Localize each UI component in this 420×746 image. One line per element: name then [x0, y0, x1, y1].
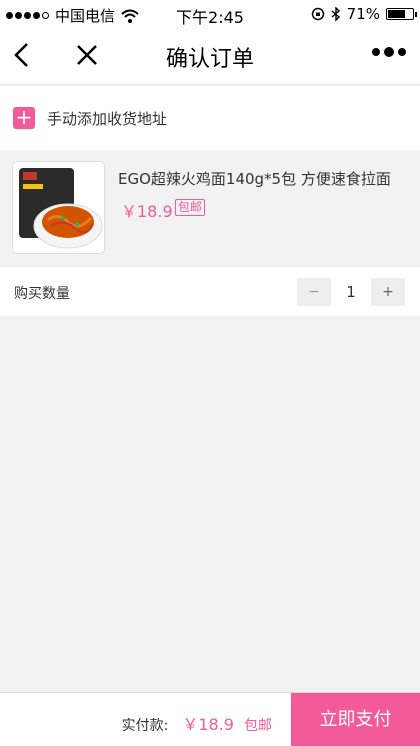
total-amount: ￥18.9 — [182, 715, 234, 734]
add-address-row[interactable]: + 手动添加收货地址 — [0, 86, 420, 150]
total-label: 实付款: — [121, 718, 169, 734]
quantity-row: 购买数量 − 1 + — [0, 267, 420, 316]
total-shipping: 包邮 — [244, 718, 272, 734]
product-image[interactable] — [12, 161, 105, 254]
product-item: EGO超辣火鸡面140g*5包 方便速食拉面 ￥18.9 包邮 — [0, 152, 420, 264]
plus-icon: + — [13, 107, 35, 129]
status-right: 71% — [311, 5, 417, 23]
more-dots-icon[interactable] — [372, 47, 406, 57]
quantity-value[interactable]: 1 — [331, 278, 371, 306]
battery-percent: 71% — [346, 5, 380, 23]
rotation-lock-icon — [311, 7, 324, 21]
battery-icon — [386, 8, 417, 20]
product-price: ￥18.9 — [121, 202, 173, 221]
pay-now-button[interactable]: 立即支付 — [291, 693, 420, 746]
total-summary: 实付款: ￥18.9 包邮 — [122, 711, 272, 735]
status-bar: 中国电信 下午2:45 71% — [0, 0, 420, 28]
quantity-label: 购买数量 — [14, 286, 70, 302]
nav-bar: 确认订单 — [0, 28, 420, 85]
chevron-left-icon[interactable] — [8, 40, 38, 70]
checkout-footer: 实付款: ￥18.9 包邮 立即支付 — [0, 692, 420, 746]
quantity-decrease-button[interactable]: − — [297, 278, 331, 306]
close-icon[interactable] — [72, 40, 102, 70]
page-title: 确认订单 — [165, 47, 254, 72]
product-name[interactable]: EGO超辣火鸡面140g*5包 方便速食拉面 — [118, 168, 391, 189]
bluetooth-icon — [331, 6, 340, 22]
free-shipping-badge: 包邮 — [175, 199, 206, 216]
add-address-label: 手动添加收货地址 — [47, 109, 168, 128]
quantity-increase-button[interactable]: + — [371, 278, 405, 306]
